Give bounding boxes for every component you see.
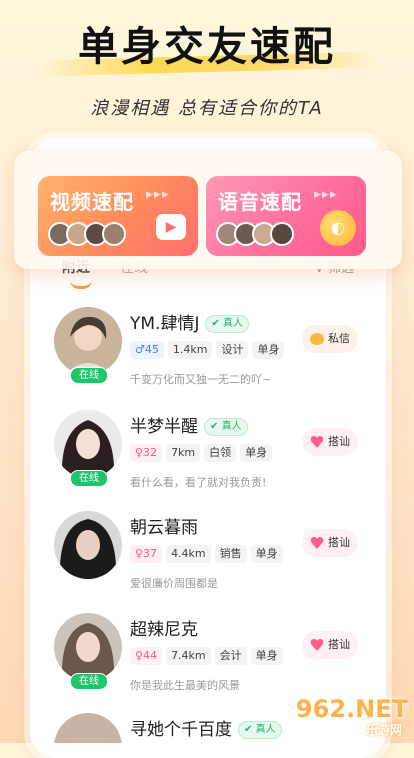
- speed-match-banner: 视频速配 ▶▶▶ ▶ 语音速配 ▶▶▶ ◐: [14, 151, 402, 269]
- avatar[interactable]: [54, 713, 122, 743]
- user-name: 半梦半醒 ✔ 真人: [130, 412, 248, 437]
- verified-label: 真人: [255, 724, 276, 735]
- portrait-image: [64, 316, 112, 375]
- verified-label: 真人: [223, 318, 244, 329]
- portrait-image: [61, 420, 115, 478]
- greet-button[interactable]: 搭讪: [302, 529, 358, 557]
- user-name-text: 半梦半醒: [130, 417, 198, 437]
- user-bio: 你是我此生最美的风景: [130, 679, 240, 692]
- distance-tag: 4.4km: [166, 545, 211, 563]
- heart-icon: [310, 436, 324, 448]
- voice-match-card[interactable]: 语音速配 ▶▶▶ ◐: [206, 176, 366, 256]
- user-name-text: 超辣尼克: [130, 620, 198, 640]
- status-tag: 单身: [252, 341, 285, 359]
- gender-age-tag: ♀32: [130, 444, 163, 462]
- user-name: YM.肆情J ✔ 真人: [130, 309, 250, 334]
- user-tags: ♂45 1.4km 设计 单身: [130, 341, 288, 359]
- arrows-icon: ▶▶▶: [146, 190, 170, 200]
- video-match-card[interactable]: 视频速配 ▶▶▶ ▶: [38, 176, 198, 256]
- microphone-icon: ◐: [320, 210, 356, 246]
- gender-age-tag: ♂45: [130, 341, 164, 359]
- avatar[interactable]: [54, 307, 122, 375]
- message-icon: [310, 333, 324, 345]
- site-watermark: 962.NET 乐游网: [278, 695, 408, 737]
- message-button[interactable]: 私信: [302, 325, 358, 353]
- greet-button[interactable]: 搭讪: [302, 631, 358, 659]
- job-tag: 设计: [216, 341, 249, 359]
- user-tags: ♀32 7km 白领 单身: [130, 444, 276, 462]
- distance-tag: 7km: [166, 444, 201, 462]
- verified-badge: ✔ 真人: [204, 418, 248, 436]
- user-name: 寻她个千百度 ✔ 真人: [130, 715, 282, 740]
- avatar[interactable]: [54, 613, 122, 681]
- video-match-label: 视频速配: [50, 190, 134, 214]
- mini-avatar: [270, 222, 294, 246]
- mini-avatar: [102, 222, 126, 246]
- verified-label: 真人: [221, 421, 242, 432]
- job-tag: 会计: [214, 647, 247, 665]
- watermark-sub-text: 乐游网: [365, 723, 402, 737]
- avatar[interactable]: [54, 511, 122, 579]
- user-bio: 千变万化而又独一无二的吖~: [130, 373, 272, 386]
- user-name-text: 朝云暮雨: [130, 518, 198, 538]
- distance-tag: 1.4km: [167, 341, 213, 359]
- online-badge: 在线: [70, 470, 108, 487]
- user-tags: ♀44 7.4km 会计 单身: [130, 647, 287, 665]
- user-list-item[interactable]: 在线 半梦半醒 ✔ 真人 ♀32 7km 白领 单身 看什么看，看了就对我负责! 搭讪: [30, 410, 386, 510]
- arrows-icon: ▶▶▶: [314, 190, 338, 200]
- message-label: 私信: [328, 332, 350, 345]
- gender-age-tag: ♀44: [130, 647, 163, 665]
- job-tag: 销售: [214, 545, 247, 563]
- voice-match-label: 语音速配: [218, 190, 302, 214]
- status-tag: 单身: [250, 647, 283, 665]
- user-name-text: 寻她个千百度: [130, 720, 232, 740]
- page-headline: 单身交友速配: [78, 24, 336, 70]
- user-list-item[interactable]: 在线 YM.肆情J ✔ 真人 ♂45 1.4km 设计 单身 千变万化而又独一无二的吖~…: [30, 307, 386, 407]
- online-badge: 在线: [70, 673, 108, 690]
- portrait-image: [59, 519, 117, 579]
- user-list-item[interactable]: 朝云暮雨 ♀37 4.4km 销售 单身 爱很廉价周围都是 搭讪: [30, 511, 386, 611]
- verified-badge: ✔ 真人: [238, 721, 282, 739]
- user-name: 朝云暮雨: [130, 513, 198, 538]
- greet-label: 搭讪: [328, 435, 350, 448]
- greet-label: 搭讪: [328, 638, 350, 651]
- user-tags: ♀37 4.4km 销售 单身: [130, 545, 287, 563]
- video-camera-icon: ▶: [156, 214, 186, 240]
- status-tag: 单身: [240, 444, 273, 462]
- watermark-logo-text: 962.NET: [295, 695, 408, 723]
- verified-badge: ✔ 真人: [205, 315, 250, 333]
- user-name-text: YM.肆情J: [130, 314, 200, 334]
- online-badge: 在线: [70, 367, 108, 384]
- user-bio: 看什么看，看了就对我负责!: [130, 476, 267, 489]
- status-tag: 单身: [250, 545, 283, 563]
- portrait-image: [61, 623, 115, 681]
- heart-icon: [310, 537, 324, 549]
- job-tag: 白领: [204, 444, 237, 462]
- user-bio: 爱很廉价周围都是: [130, 577, 218, 590]
- greet-button[interactable]: 搭讪: [302, 428, 358, 456]
- greet-label: 搭讪: [328, 536, 350, 549]
- page-subtitle: 浪漫相遇 总有适合你的TA: [90, 98, 324, 119]
- avatar[interactable]: [54, 410, 122, 478]
- heart-icon: [310, 639, 324, 651]
- distance-tag: 7.4km: [166, 647, 211, 665]
- user-name: 超辣尼克: [130, 615, 198, 640]
- gender-age-tag: ♀37: [130, 545, 163, 563]
